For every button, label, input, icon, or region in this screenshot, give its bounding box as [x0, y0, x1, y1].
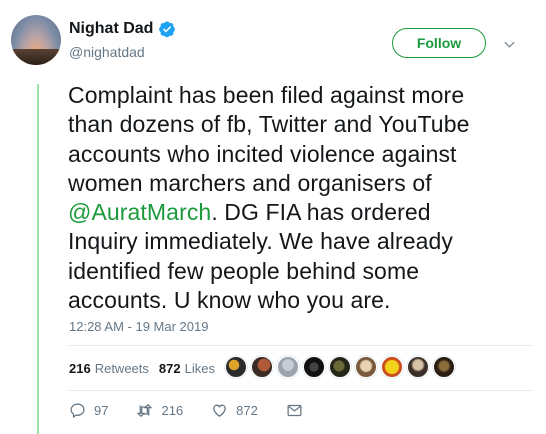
liker-avatar[interactable]	[433, 356, 455, 378]
liker-avatar[interactable]	[277, 356, 299, 378]
tweet-text: Complaint has been filed against more th…	[68, 81, 533, 315]
liker-avatar[interactable]	[303, 356, 325, 378]
retweet-action[interactable]: 216	[136, 402, 183, 419]
divider	[68, 390, 533, 391]
direct-message-action[interactable]	[286, 402, 311, 419]
reply-icon	[70, 403, 85, 419]
liker-avatar[interactable]	[329, 356, 351, 378]
liker-avatar[interactable]	[225, 356, 247, 378]
avatar[interactable]	[11, 15, 61, 65]
tweet-line: identified few people behind some	[68, 257, 420, 284]
author-handle[interactable]: @nighatdad	[69, 44, 145, 60]
reply-action[interactable]: 97	[69, 402, 108, 419]
action-bar: 97 216 872	[69, 402, 339, 419]
liker-avatar[interactable]	[407, 356, 429, 378]
tweet-line: than dozens of fb, Twitter and YouTube	[68, 111, 470, 138]
retweets-stat-count: 216	[69, 361, 91, 376]
likes-stat-count: 872	[158, 361, 181, 376]
tweet-stats: 216 Retweets 872 Likes	[69, 361, 225, 376]
retweet-icon	[137, 403, 153, 418]
author-name[interactable]: Nighat Dad	[69, 20, 176, 38]
tweet-line-rest: . DG FIA has ordered	[211, 199, 431, 226]
like-action[interactable]: 872	[211, 402, 258, 419]
direct-message-icon	[287, 404, 302, 417]
likes-stat-label: Likes	[184, 361, 215, 376]
retweets-stat[interactable]: 216 Retweets	[69, 361, 149, 376]
like-icon	[213, 404, 226, 417]
retweet-count: 216	[161, 403, 184, 418]
tweet-line: Inquiry immediately. We have already	[68, 228, 453, 255]
chevron-down-icon[interactable]	[503, 38, 516, 51]
follow-button[interactable]: Follow	[392, 28, 486, 58]
liker-avatars	[225, 356, 459, 378]
tweet-line: Complaint has been filed against more	[68, 82, 465, 108]
display-name-text: Nighat Dad	[69, 20, 154, 37]
thread-line	[37, 84, 39, 434]
divider	[68, 345, 533, 346]
liker-avatar[interactable]	[355, 356, 377, 378]
reply-count: 97	[94, 403, 109, 418]
like-count: 872	[236, 403, 258, 418]
tweet-line: women marchers and organisers of	[68, 169, 432, 196]
tweet-timestamp[interactable]: 12:28 AM - 19 Mar 2019	[69, 319, 208, 334]
liker-avatar[interactable]	[381, 356, 403, 378]
verified-badge-icon	[159, 21, 176, 38]
liker-avatar[interactable]	[251, 356, 273, 378]
tweet-line: accounts who incited violence against	[68, 140, 457, 167]
likes-stat[interactable]: 872 Likes	[159, 361, 215, 376]
tweet-line: accounts. U know who you are.	[68, 287, 391, 314]
mention-link[interactable]: @AuratMarch	[68, 199, 211, 225]
tweet-line: @AuratMarch. DG FIA has ordered	[68, 198, 533, 227]
retweets-stat-label: Retweets	[94, 361, 149, 376]
